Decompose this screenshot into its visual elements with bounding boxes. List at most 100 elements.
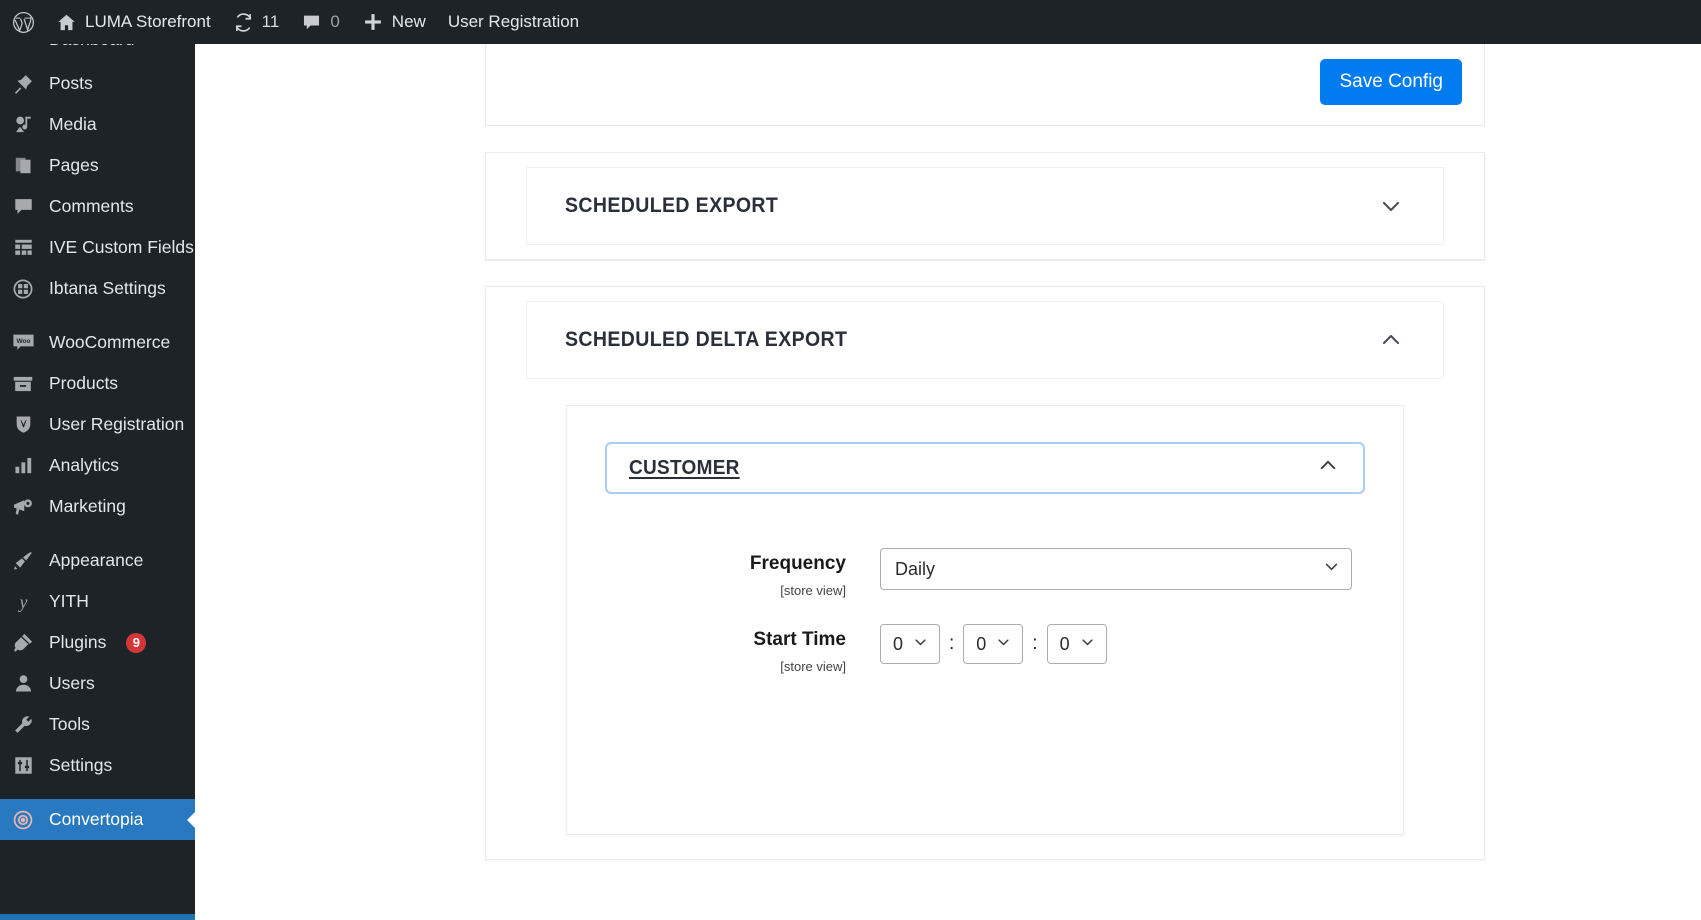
customer-panel-header[interactable]: CUSTOMER (605, 442, 1365, 494)
menu-separator (0, 309, 195, 322)
site-name-label: LUMA Storefront (85, 12, 211, 31)
svg-text:Woo: Woo (16, 338, 30, 345)
updates-menu[interactable]: 11 (222, 0, 291, 44)
start-time-seconds-value: 0 (1059, 633, 1070, 654)
sidebar-item-ibtana-settings[interactable]: Ibtana Settings (0, 268, 195, 309)
sidebar-item-user-registration[interactable]: User Registration (0, 404, 195, 445)
sidebar-item-label: Users (49, 673, 95, 693)
menu-separator (0, 50, 195, 63)
frequency-select[interactable]: Daily (880, 548, 1352, 590)
sidebar-item-woocommerce[interactable]: Woo WooCommerce (0, 322, 195, 363)
start-time-row: Start Time [store view] 0: 0: 0 (605, 622, 1365, 674)
admin-page: LUMA Storefront 11 0 New User Registrati… (0, 0, 1701, 920)
sidebar-item-label: WooCommerce (49, 332, 171, 352)
plugins-update-badge: 9 (126, 632, 147, 653)
start-time-minutes-select[interactable]: 0 (963, 624, 1024, 664)
menu-separator (0, 786, 195, 799)
settings-wrap: Save Config SCHEDULED EXPORT SCHEDULED D… (485, 44, 1485, 860)
media-icon (10, 114, 36, 135)
customer-panel-title: CUSTOMER (629, 456, 740, 479)
wordpress-logo-button[interactable] (0, 0, 45, 44)
user-registration-menu[interactable]: User Registration (437, 0, 590, 44)
sidebar-item-label: Analytics (49, 455, 120, 475)
grid-icon (10, 237, 36, 258)
sidebar-item-label: IVE Custom Fields (49, 237, 194, 257)
sidebar-item-dashboard[interactable]: Dashboard (0, 44, 195, 50)
sidebar-item-label: Products (49, 373, 119, 393)
chevron-down-icon (1080, 634, 1095, 655)
comment-bubble-icon (301, 12, 322, 33)
sidebar-item-pages[interactable]: Pages (0, 145, 195, 186)
time-separator-2: : (1032, 633, 1038, 654)
sidebar-item-analytics[interactable]: Analytics (0, 445, 195, 486)
bar-chart-icon (10, 455, 36, 476)
frequency-scope: [store view] (780, 583, 846, 598)
time-separator-1: : (949, 633, 955, 654)
user-registration-icon (10, 414, 36, 435)
new-content-menu[interactable]: New (351, 0, 437, 44)
sidebar-item-products[interactable]: Products (0, 363, 195, 404)
sidebar-item-comments[interactable]: Comments (0, 186, 195, 227)
sidebar-item-yith[interactable]: y YITH (0, 581, 195, 622)
sidebar-item-label: Pages (49, 155, 99, 175)
plus-icon (362, 11, 384, 33)
sidebar-item-label: YITH (49, 591, 89, 611)
sidebar-item-settings[interactable]: Settings (0, 745, 195, 786)
scheduled-export-card: SCHEDULED EXPORT (485, 152, 1485, 260)
pages-icon (10, 155, 36, 176)
admin-menu: Dashboard Posts (0, 44, 195, 840)
paintbrush-icon (10, 550, 36, 571)
start-time-control: 0 : 0: 0 (880, 622, 1107, 664)
sidebar-item-tools[interactable]: Tools (0, 704, 195, 745)
chevron-up-icon[interactable] (1317, 455, 1339, 482)
sidebar-item-label: Comments (49, 196, 134, 216)
sidebar-item-ive-custom-fields[interactable]: IVE Custom Fields (0, 227, 195, 268)
sidebar-item-label: Ibtana Settings (49, 278, 166, 298)
sidebar-item-label: Settings (49, 755, 113, 775)
chevron-down-icon (1323, 558, 1340, 580)
sidebar-item-label: Appearance (49, 550, 144, 570)
sidebar-item-media[interactable]: Media (0, 104, 195, 145)
comments-count: 0 (330, 12, 340, 31)
woo-icon: Woo (10, 333, 36, 353)
scheduled-delta-export-header[interactable]: SCHEDULED DELTA EXPORT (526, 301, 1444, 379)
sidebar-item-appearance[interactable]: Appearance (0, 540, 195, 581)
delta-export-body: CUSTOMER Frequency [store view] Daily St… (526, 405, 1444, 845)
scheduled-delta-export-title: SCHEDULED DELTA EXPORT (565, 328, 848, 351)
save-config-button[interactable]: Save Config (1320, 59, 1462, 105)
box-icon (10, 374, 36, 394)
sidebar-item-label: Convertopia (49, 809, 144, 829)
new-label: New (391, 12, 426, 31)
home-icon (56, 12, 77, 33)
frequency-label: Frequency (749, 553, 846, 574)
sidebar-item-marketing[interactable]: Marketing (0, 486, 195, 527)
sidebar-item-posts[interactable]: Posts (0, 63, 195, 104)
scheduled-delta-export-card: SCHEDULED DELTA EXPORT CUSTOMER Frequenc… (485, 286, 1485, 860)
updates-icon (233, 12, 254, 33)
pin-icon (10, 73, 36, 94)
sidebar-item-plugins[interactable]: Plugins 9 (0, 622, 195, 663)
wrench-icon (10, 714, 36, 735)
target-icon (10, 809, 36, 831)
start-time-hours-select[interactable]: 0 (880, 624, 940, 664)
scheduled-export-title: SCHEDULED EXPORT (565, 194, 779, 217)
chevron-down-icon[interactable] (1379, 194, 1403, 218)
comments-menu[interactable]: 0 (290, 0, 350, 44)
wordpress-logo-icon (12, 11, 35, 34)
sidebar-item-label: Tools (49, 714, 90, 734)
start-time-seconds-select[interactable]: 0 (1046, 624, 1107, 664)
site-name-menu[interactable]: LUMA Storefront (45, 0, 222, 44)
sidebar-item-label: Dashboard (49, 44, 135, 50)
sidebar-item-convertopia[interactable]: Convertopia (0, 799, 195, 840)
customer-panel: CUSTOMER Frequency [store view] Daily St… (566, 405, 1404, 835)
section-divider (485, 260, 1485, 286)
menu-separator (0, 527, 195, 540)
start-time-label-col: Start Time [store view] (605, 622, 880, 674)
sidebar-item-label: Plugins (49, 632, 107, 652)
chevron-down-icon (913, 634, 928, 655)
start-time-label: Start Time (753, 629, 846, 650)
sidebar-item-users[interactable]: Users (0, 663, 195, 704)
start-time-minutes-value: 0 (976, 633, 987, 654)
scheduled-export-header[interactable]: SCHEDULED EXPORT (526, 167, 1444, 245)
chevron-up-icon[interactable] (1379, 328, 1403, 352)
